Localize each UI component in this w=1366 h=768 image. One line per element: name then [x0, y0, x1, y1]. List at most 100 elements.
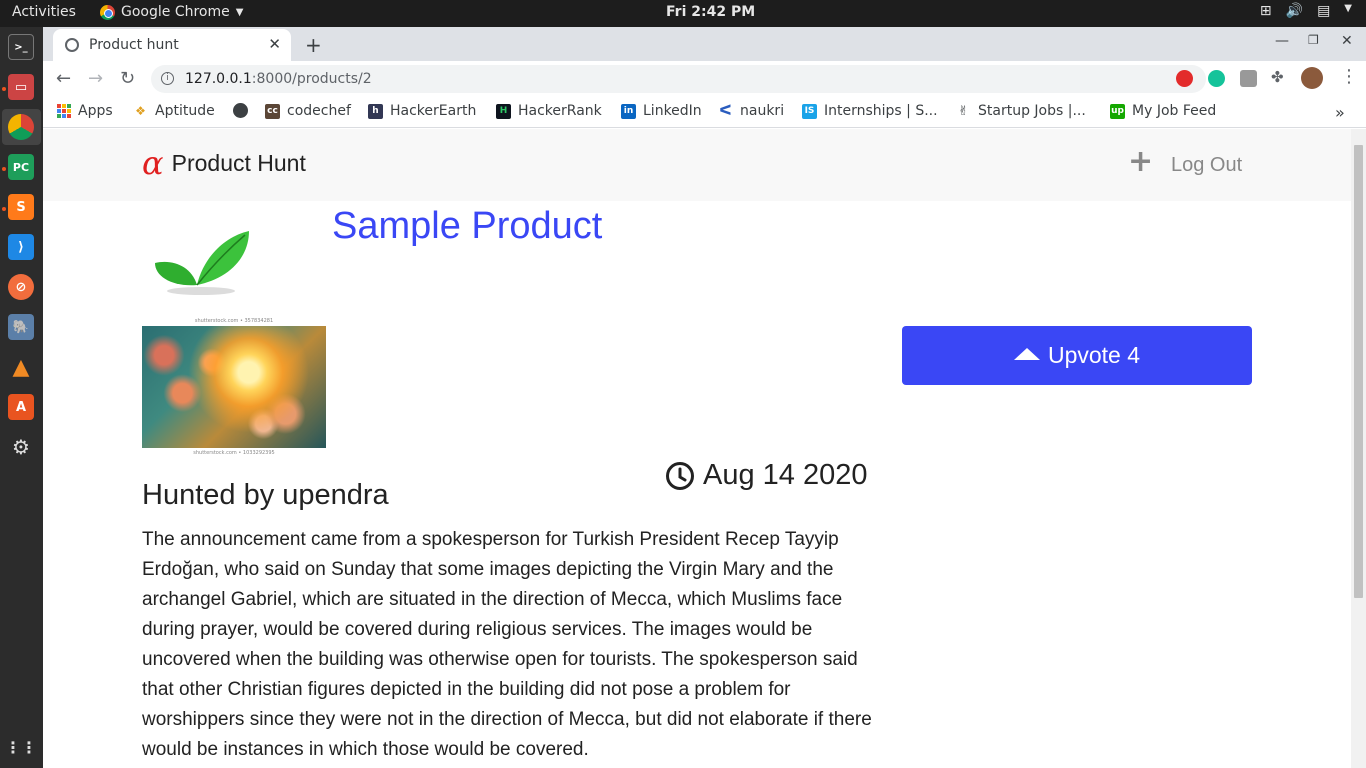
bookmark-startup-jobs[interactable]: ✌ Startup Jobs |... — [956, 103, 1086, 119]
clock[interactable]: Fri 2:42 PM — [666, 4, 755, 20]
bookmark-my-job-feed[interactable]: up My Job Feed — [1110, 103, 1216, 119]
maximize-button[interactable]: ❐ — [1308, 33, 1319, 47]
puzzle-extensions-icon[interactable]: ✤ — [1271, 68, 1288, 86]
bookmark-internshala[interactable]: IS Internships | S... — [802, 103, 938, 119]
adblock-extension-icon[interactable] — [1176, 70, 1193, 87]
site-navbar: α Product Hunt + Log Out — [43, 129, 1351, 201]
internshala-icon: IS — [802, 103, 817, 119]
upwork-icon: up — [1110, 103, 1125, 119]
more-bookmarks-icon[interactable]: » — [1335, 103, 1345, 122]
files-icon[interactable]: ▭ — [8, 74, 34, 100]
pycharm-icon[interactable]: PC — [8, 154, 34, 180]
info-icon[interactable]: i — [161, 72, 174, 85]
bookmark-label: LinkedIn — [643, 103, 702, 119]
terminal-icon[interactable]: >_ — [8, 34, 34, 60]
profile-avatar[interactable] — [1301, 67, 1323, 89]
site-brand[interactable]: α Product Hunt — [142, 147, 306, 179]
sublime-text-icon[interactable]: S — [8, 194, 34, 220]
bookmark-codechef[interactable]: cc codechef — [265, 103, 351, 119]
product-date: Aug 14 2020 — [665, 459, 867, 492]
alpha-logo-icon: α — [142, 144, 164, 182]
bookmarks-bar: Apps ❖ Aptitude cc codechef h HackerEart… — [43, 96, 1366, 128]
software-center-icon[interactable]: A — [8, 394, 34, 420]
date-text: Aug 14 2020 — [703, 459, 868, 491]
upvote-label: Upvote 4 — [1047, 342, 1141, 368]
product-description: The announcement came from a spokesperso… — [142, 529, 872, 760]
tab-title: Product hunt — [89, 37, 179, 53]
url-path: :8000/products/2 — [251, 71, 372, 87]
product-image: shutterstock.com • 357834281 shutterstoc… — [142, 317, 326, 459]
apps-grid-icon — [57, 104, 71, 118]
tab-product-hunt[interactable]: Product hunt ✕ — [53, 29, 291, 61]
settings-icon[interactable]: ⚙ — [8, 434, 34, 460]
victory-hand-icon: ✌ — [958, 103, 969, 119]
bookmark-label: Internships | S... — [824, 103, 938, 119]
bookmark-hackerrank[interactable]: H HackerRank — [496, 103, 602, 119]
hunter-heading: Hunted by upendra — [142, 479, 389, 511]
bookmark-globe[interactable] — [233, 103, 255, 118]
vlc-icon[interactable]: ▲ — [8, 354, 34, 380]
chevron-down-icon: ▼ — [235, 6, 244, 18]
url-host: 127.0.0.1 — [185, 71, 252, 87]
add-product-icon[interactable]: + — [1128, 147, 1153, 177]
new-tab-button[interactable]: + — [305, 33, 322, 57]
bookmark-label: My Job Feed — [1132, 103, 1217, 119]
globe-icon — [233, 103, 248, 118]
clock-icon — [666, 461, 694, 490]
postgres-icon[interactable]: 🐘 — [8, 314, 34, 340]
image-watermark-top: shutterstock.com • 357834281 — [194, 318, 274, 324]
bookmark-aptitude[interactable]: ❖ Aptitude — [133, 103, 215, 119]
aptitude-icon: ❖ — [135, 104, 146, 118]
running-indicator — [2, 167, 6, 171]
chrome-icon — [100, 4, 115, 20]
reload-button[interactable]: ↻ — [120, 68, 135, 89]
product-title: Sample Product — [332, 205, 603, 247]
clipboard-icon: ▤ — [1317, 3, 1331, 19]
minimize-button[interactable]: — — [1275, 33, 1289, 49]
scrollbar-thumb[interactable] — [1354, 145, 1363, 598]
tab-strip: Product hunt ✕ + — ❐ ✕ — [43, 27, 1366, 61]
logout-link[interactable]: Log Out — [1171, 154, 1242, 177]
running-indicator — [2, 207, 6, 211]
brand-name: Product Hunt — [171, 149, 306, 176]
bookmark-apps[interactable]: Apps — [57, 103, 113, 119]
hackerrank-icon: H — [496, 103, 511, 119]
bookmark-naukri[interactable]: ᐸ naukri — [718, 103, 784, 119]
activities-button[interactable]: Activities — [12, 4, 76, 20]
network-icon: ⊞ — [1259, 3, 1272, 19]
bookmark-label: codechef — [287, 103, 351, 119]
hackerearth-icon: h — [368, 103, 383, 119]
grammarly-extension-icon[interactable] — [1208, 70, 1225, 87]
close-tab-icon[interactable]: ✕ — [268, 35, 281, 53]
bookmark-label: Startup Jobs |... — [978, 103, 1086, 119]
upvote-button[interactable]: Upvote 4 — [902, 326, 1252, 385]
bookmark-hackerearth[interactable]: h HackerEarth — [368, 103, 476, 119]
linkedin-icon: in — [621, 103, 636, 119]
bookmark-label: Aptitude — [155, 103, 215, 119]
more-menu-icon[interactable]: ⋮ — [1340, 66, 1358, 87]
bookmark-label: Apps — [78, 103, 113, 119]
app-menu[interactable]: Google Chrome ▼ — [100, 4, 243, 20]
blossom-photo — [142, 326, 326, 448]
upvote-arrow-icon — [1013, 347, 1040, 360]
compass-icon[interactable]: ⊘ — [8, 274, 34, 300]
bookmark-label: naukri — [740, 103, 785, 119]
extension-icon[interactable] — [1240, 70, 1257, 87]
bookmark-linkedin[interactable]: in LinkedIn — [621, 103, 702, 119]
volume-icon: 🔊 — [1285, 3, 1304, 19]
dock: >_ ▭ PC S ⟩ ⊘ 🐘 ▲ A ⚙ ⋮⋮ — [0, 27, 43, 768]
address-bar[interactable]: i 127.0.0.1:8000/products/2 ☆ — [151, 65, 1206, 93]
image-watermark-bottom: shutterstock.com • 1033292395 — [193, 450, 275, 456]
page-scrollbar[interactable] — [1351, 129, 1366, 768]
system-tray[interactable]: ⊞ 🔊 ▤ ▼ — [1260, 3, 1352, 19]
show-apps-icon[interactable]: ⋮⋮ — [5, 734, 37, 760]
vscode-icon[interactable]: ⟩ — [8, 234, 34, 260]
bookmark-label: HackerRank — [518, 103, 602, 119]
close-window-button[interactable]: ✕ — [1341, 33, 1353, 49]
chevron-down-icon: ▼ — [1344, 3, 1352, 14]
chrome-dock-icon[interactable] — [8, 114, 34, 140]
system-top-bar: Activities Google Chrome ▼ Fri 2:42 PM ⊞… — [0, 0, 1366, 27]
running-indicator — [2, 87, 6, 91]
forward-button[interactable]: → — [88, 68, 103, 89]
back-button[interactable]: ← — [56, 68, 71, 89]
